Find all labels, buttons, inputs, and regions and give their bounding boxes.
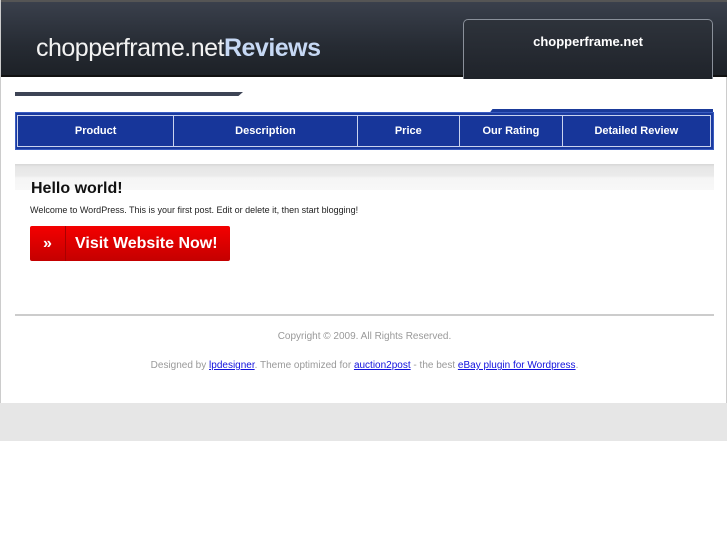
nav-our-rating[interactable]: Our Rating: [459, 115, 563, 147]
designer-link[interactable]: lpdesigner: [209, 360, 255, 371]
nav-product[interactable]: Product: [17, 115, 175, 147]
credits-text: - the best: [410, 360, 458, 371]
double-chevron-right-icon: »: [30, 226, 66, 261]
credits-text: .: [575, 360, 579, 371]
credits-text: . Theme optimized for: [254, 360, 354, 371]
auction2post-link[interactable]: auction2post: [354, 360, 411, 371]
post-title[interactable]: Hello world!: [31, 180, 123, 198]
page-wrapper: chopperframe.netReviews chopperframe.net…: [0, 0, 727, 403]
nav-price[interactable]: Price: [356, 115, 461, 147]
visit-website-button[interactable]: » Visit Website Now!: [30, 226, 230, 261]
footer-divider: [15, 314, 714, 316]
logo-main-text: chopperframe.net: [36, 34, 224, 62]
credits: Designed by lpdesigner. Theme optimized …: [1, 360, 727, 371]
bottom-band: [0, 403, 727, 441]
post-body: Welcome to WordPress. This is your first…: [30, 205, 359, 215]
visit-button-label: Visit Website Now!: [75, 234, 218, 252]
nav-description[interactable]: Description: [173, 115, 358, 147]
table-header-nav: Product Description Price Our Rating Det…: [16, 113, 713, 149]
header: chopperframe.netReviews chopperframe.net: [1, 0, 727, 79]
decorative-bar: [15, 92, 243, 96]
nav-detailed-review[interactable]: Detailed Review: [561, 115, 712, 147]
credits-text: Designed by: [150, 360, 210, 371]
copyright: Copyright © 2009. All Rights Reserved.: [277, 331, 452, 342]
site-name-tab: chopperframe.net: [463, 19, 713, 79]
ebay-plugin-link[interactable]: eBay plugin for Wordpress: [458, 360, 576, 371]
site-logo[interactable]: chopperframe.netReviews: [36, 34, 321, 63]
logo-accent-text: Reviews: [223, 34, 321, 62]
site-name: chopperframe.net: [533, 34, 643, 49]
